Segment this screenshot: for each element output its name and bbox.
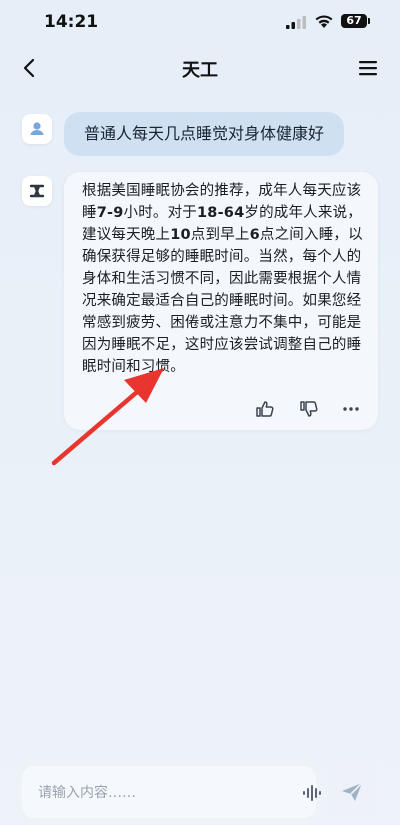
ai-text-bold-segment: 10 — [170, 227, 191, 243]
battery-cap — [368, 18, 370, 24]
user-message-bubble: 普通人每天几点睡觉对身体健康好 — [64, 112, 345, 156]
nav-bar: 天工 — [0, 46, 400, 90]
ai-message-text: 根据美国睡眠协会的推荐，成年人每天应该睡7-9小时。对于18-64岁的成年人来说… — [82, 180, 364, 378]
wifi-icon — [315, 15, 333, 28]
ai-text-bold-segment: 6 — [249, 227, 260, 243]
page-title: 天工 — [182, 60, 218, 81]
thumbs-up-icon[interactable] — [254, 398, 276, 420]
user-message-text: 普通人每天几点睡觉对身体健康好 — [84, 124, 325, 143]
status-bar: 14:21 67 — [0, 0, 400, 46]
ai-text-bold-segment: 18-64 — [197, 205, 245, 221]
cellular-signal-icon — [286, 16, 306, 29]
thumbs-down-icon[interactable] — [298, 398, 320, 420]
tiangong-logo-icon — [29, 184, 45, 198]
ai-text-segment: 小时。对于 — [123, 205, 197, 221]
user-avatar — [22, 114, 52, 144]
ai-text-bold-segment: 7-9 — [96, 205, 124, 221]
hamburger-menu-icon[interactable] — [356, 58, 380, 78]
status-time: 14:21 — [44, 12, 99, 32]
user-icon — [30, 122, 44, 135]
message-input[interactable]: 请输入内容…… — [22, 766, 321, 818]
input-placeholder: 请输入内容…… — [38, 785, 136, 801]
ai-text-segment: 点之间入睡，以确保获得足够的睡眠时间。当然，每个人的身体和生活习惯不同，因此需要… — [82, 227, 363, 375]
send-button[interactable] — [326, 766, 378, 818]
send-icon — [342, 782, 363, 801]
battery-indicator: 67 — [341, 14, 367, 28]
ai-text-segment: 点到早上 — [190, 227, 250, 243]
ai-message-bubble: 根据美国睡眠协会的推荐，成年人每天应该睡7-9小时。对于18-64岁的成年人来说… — [64, 172, 378, 430]
voice-wave-icon[interactable] — [300, 782, 322, 804]
ai-avatar — [22, 176, 52, 206]
message-actions — [64, 398, 378, 422]
more-dots-icon[interactable] — [340, 398, 362, 420]
